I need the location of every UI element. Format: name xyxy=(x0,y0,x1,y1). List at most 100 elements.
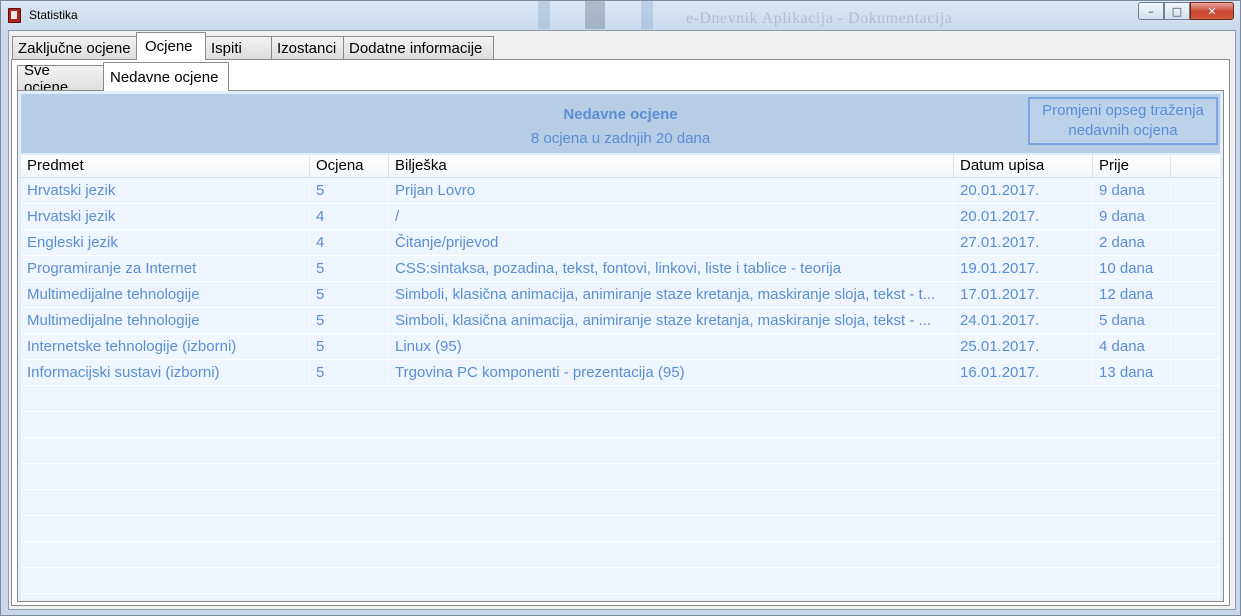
cell-ocjena: 5 xyxy=(310,334,389,359)
cell-datum-upisa: 24.01.2017. xyxy=(954,308,1093,333)
column-header-prije[interactable]: Prije xyxy=(1093,155,1171,177)
background-window-title: e-Dnevnik Aplikacija - Dokumentacija xyxy=(686,10,953,27)
tab-ocjene[interactable]: Ocjene xyxy=(136,32,206,60)
cell-datum-upisa: 25.01.2017. xyxy=(954,334,1093,359)
cell-biljeska: Čitanje/prijevod xyxy=(389,230,954,255)
empty-table-row xyxy=(21,594,1220,600)
cell-biljeska: Simboli, klasična animacija, animiranje … xyxy=(389,282,954,307)
tab-izostanci[interactable]: Izostanci xyxy=(271,36,344,60)
column-header-datum-upisa[interactable]: Datum upisa xyxy=(954,155,1093,177)
caption-buttons: – □ ✕ xyxy=(1138,2,1234,20)
cell-predmet: Hrvatski jezik xyxy=(21,204,310,229)
cell-biljeska: Trgovina PC komponenti - prezentacija (9… xyxy=(389,360,954,385)
empty-table-row xyxy=(21,386,1220,412)
main-tab-strip: Zaključne ocjene Ocjene Ispiti Izostanci… xyxy=(12,32,494,60)
cell-biljeska: Prijan Lovro xyxy=(389,178,954,203)
cell-ocjena: 5 xyxy=(310,360,389,385)
cell-filler xyxy=(1171,230,1220,255)
client-area: Zaključne ocjene Ocjene Ispiti Izostanci… xyxy=(8,30,1236,610)
cell-filler xyxy=(1171,204,1220,229)
cell-biljeska: / xyxy=(389,204,954,229)
tab-nedavne-ocjene[interactable]: Nedavne ocjene xyxy=(103,62,229,91)
table-body: Hrvatski jezik 5 Prijan Lovro 20.01.2017… xyxy=(21,178,1220,600)
table-row[interactable]: Engleski jezik 4 Čitanje/prijevod 27.01.… xyxy=(21,230,1220,256)
sub-tab-strip: Sve ocjene Nedavne ocjene xyxy=(17,62,229,96)
cell-filler xyxy=(1171,334,1220,359)
empty-table-row xyxy=(21,516,1220,542)
cell-prije: 5 dana xyxy=(1093,308,1171,333)
table-row[interactable]: Multimedijalne tehnologije 5 Simboli, kl… xyxy=(21,308,1220,334)
window-title: Statistika xyxy=(29,8,78,22)
empty-table-row xyxy=(21,568,1220,594)
tab-sve-ocjene[interactable]: Sve ocjene xyxy=(17,62,104,96)
cell-predmet: Informacijski sustavi (izborni) xyxy=(21,360,310,385)
cell-prije: 9 dana xyxy=(1093,204,1171,229)
cell-prije: 9 dana xyxy=(1093,178,1171,203)
cell-predmet: Engleski jezik xyxy=(21,230,310,255)
cell-filler xyxy=(1171,256,1220,281)
column-header-biljeska[interactable]: Bilješka xyxy=(389,155,954,177)
ocjene-panel: Sve ocjene Nedavne ocjene Nedavne ocjene… xyxy=(11,59,1230,606)
background-window-bar xyxy=(538,1,550,29)
cell-datum-upisa: 27.01.2017. xyxy=(954,230,1093,255)
cell-biljeska: CSS:sintaksa, pozadina, tekst, fontovi, … xyxy=(389,256,954,281)
cell-datum-upisa: 20.01.2017. xyxy=(954,204,1093,229)
empty-table-row xyxy=(21,464,1220,490)
summary-header: Nedavne ocjene 8 ocjena u zadnjih 20 dan… xyxy=(21,94,1220,153)
title-bar[interactable]: Statistika e-Dnevnik Aplikacija - Dokume… xyxy=(1,1,1240,29)
tab-ispiti[interactable]: Ispiti xyxy=(205,36,272,60)
column-header-filler xyxy=(1171,155,1220,177)
ocjene-panel-body: Sve ocjene Nedavne ocjene Nedavne ocjene… xyxy=(12,60,1229,605)
empty-table-row xyxy=(21,490,1220,516)
cell-prije: 10 dana xyxy=(1093,256,1171,281)
minimize-button[interactable]: – xyxy=(1138,2,1164,20)
empty-table-row xyxy=(21,438,1220,464)
cell-predmet: Programiranje za Internet xyxy=(21,256,310,281)
cell-predmet: Multimedijalne tehnologije xyxy=(21,282,310,307)
cell-biljeska: Linux (95) xyxy=(389,334,954,359)
cell-ocjena: 4 xyxy=(310,204,389,229)
tab-dodatne-informacije[interactable]: Dodatne informacije xyxy=(343,36,494,60)
cell-prije: 12 dana xyxy=(1093,282,1171,307)
cell-filler xyxy=(1171,282,1220,307)
grades-table: Predmet Ocjena Bilješka Datum upisa Prij… xyxy=(21,155,1220,600)
cell-filler xyxy=(1171,178,1220,203)
cell-predmet: Hrvatski jezik xyxy=(21,178,310,203)
cell-ocjena: 5 xyxy=(310,256,389,281)
statistika-window: Statistika e-Dnevnik Aplikacija - Dokume… xyxy=(0,0,1241,616)
cell-datum-upisa: 17.01.2017. xyxy=(954,282,1093,307)
table-header: Predmet Ocjena Bilješka Datum upisa Prij… xyxy=(21,155,1220,178)
cell-datum-upisa: 19.01.2017. xyxy=(954,256,1093,281)
background-window-bar xyxy=(585,1,605,29)
empty-table-row xyxy=(21,542,1220,568)
column-header-predmet[interactable]: Predmet xyxy=(21,155,310,177)
cell-datum-upisa: 20.01.2017. xyxy=(954,178,1093,203)
nedavne-ocjene-panel: Nedavne ocjene 8 ocjena u zadnjih 20 dan… xyxy=(17,90,1224,602)
close-button[interactable]: ✕ xyxy=(1190,2,1234,20)
tab-zakljucne-ocjene[interactable]: Zaključne ocjene xyxy=(12,36,137,60)
cell-ocjena: 5 xyxy=(310,308,389,333)
cell-prije: 13 dana xyxy=(1093,360,1171,385)
column-header-ocjena[interactable]: Ocjena xyxy=(310,155,389,177)
table-row[interactable]: Multimedijalne tehnologije 5 Simboli, kl… xyxy=(21,282,1220,308)
cell-ocjena: 4 xyxy=(310,230,389,255)
maximize-button[interactable]: □ xyxy=(1164,2,1190,20)
table-row[interactable]: Hrvatski jezik 5 Prijan Lovro 20.01.2017… xyxy=(21,178,1220,204)
table-row[interactable]: Programiranje za Internet 5 CSS:sintaksa… xyxy=(21,256,1220,282)
empty-table-row xyxy=(21,412,1220,438)
table-row[interactable]: Internetske tehnologije (izborni) 5 Linu… xyxy=(21,334,1220,360)
table-row[interactable]: Hrvatski jezik 4 / 20.01.2017. 9 dana xyxy=(21,204,1220,230)
table-row[interactable]: Informacijski sustavi (izborni) 5 Trgovi… xyxy=(21,360,1220,386)
cell-filler xyxy=(1171,360,1220,385)
cell-ocjena: 5 xyxy=(310,178,389,203)
cell-filler xyxy=(1171,308,1220,333)
cell-ocjena: 5 xyxy=(310,282,389,307)
cell-predmet: Multimedijalne tehnologije xyxy=(21,308,310,333)
book-app-icon xyxy=(8,8,21,23)
change-range-button[interactable]: Promjeni opseg traženja nedavnih ocjena xyxy=(1028,97,1218,145)
cell-prije: 4 dana xyxy=(1093,334,1171,359)
cell-datum-upisa: 16.01.2017. xyxy=(954,360,1093,385)
cell-prije: 2 dana xyxy=(1093,230,1171,255)
background-window-bar xyxy=(641,1,653,29)
cell-predmet: Internetske tehnologije (izborni) xyxy=(21,334,310,359)
